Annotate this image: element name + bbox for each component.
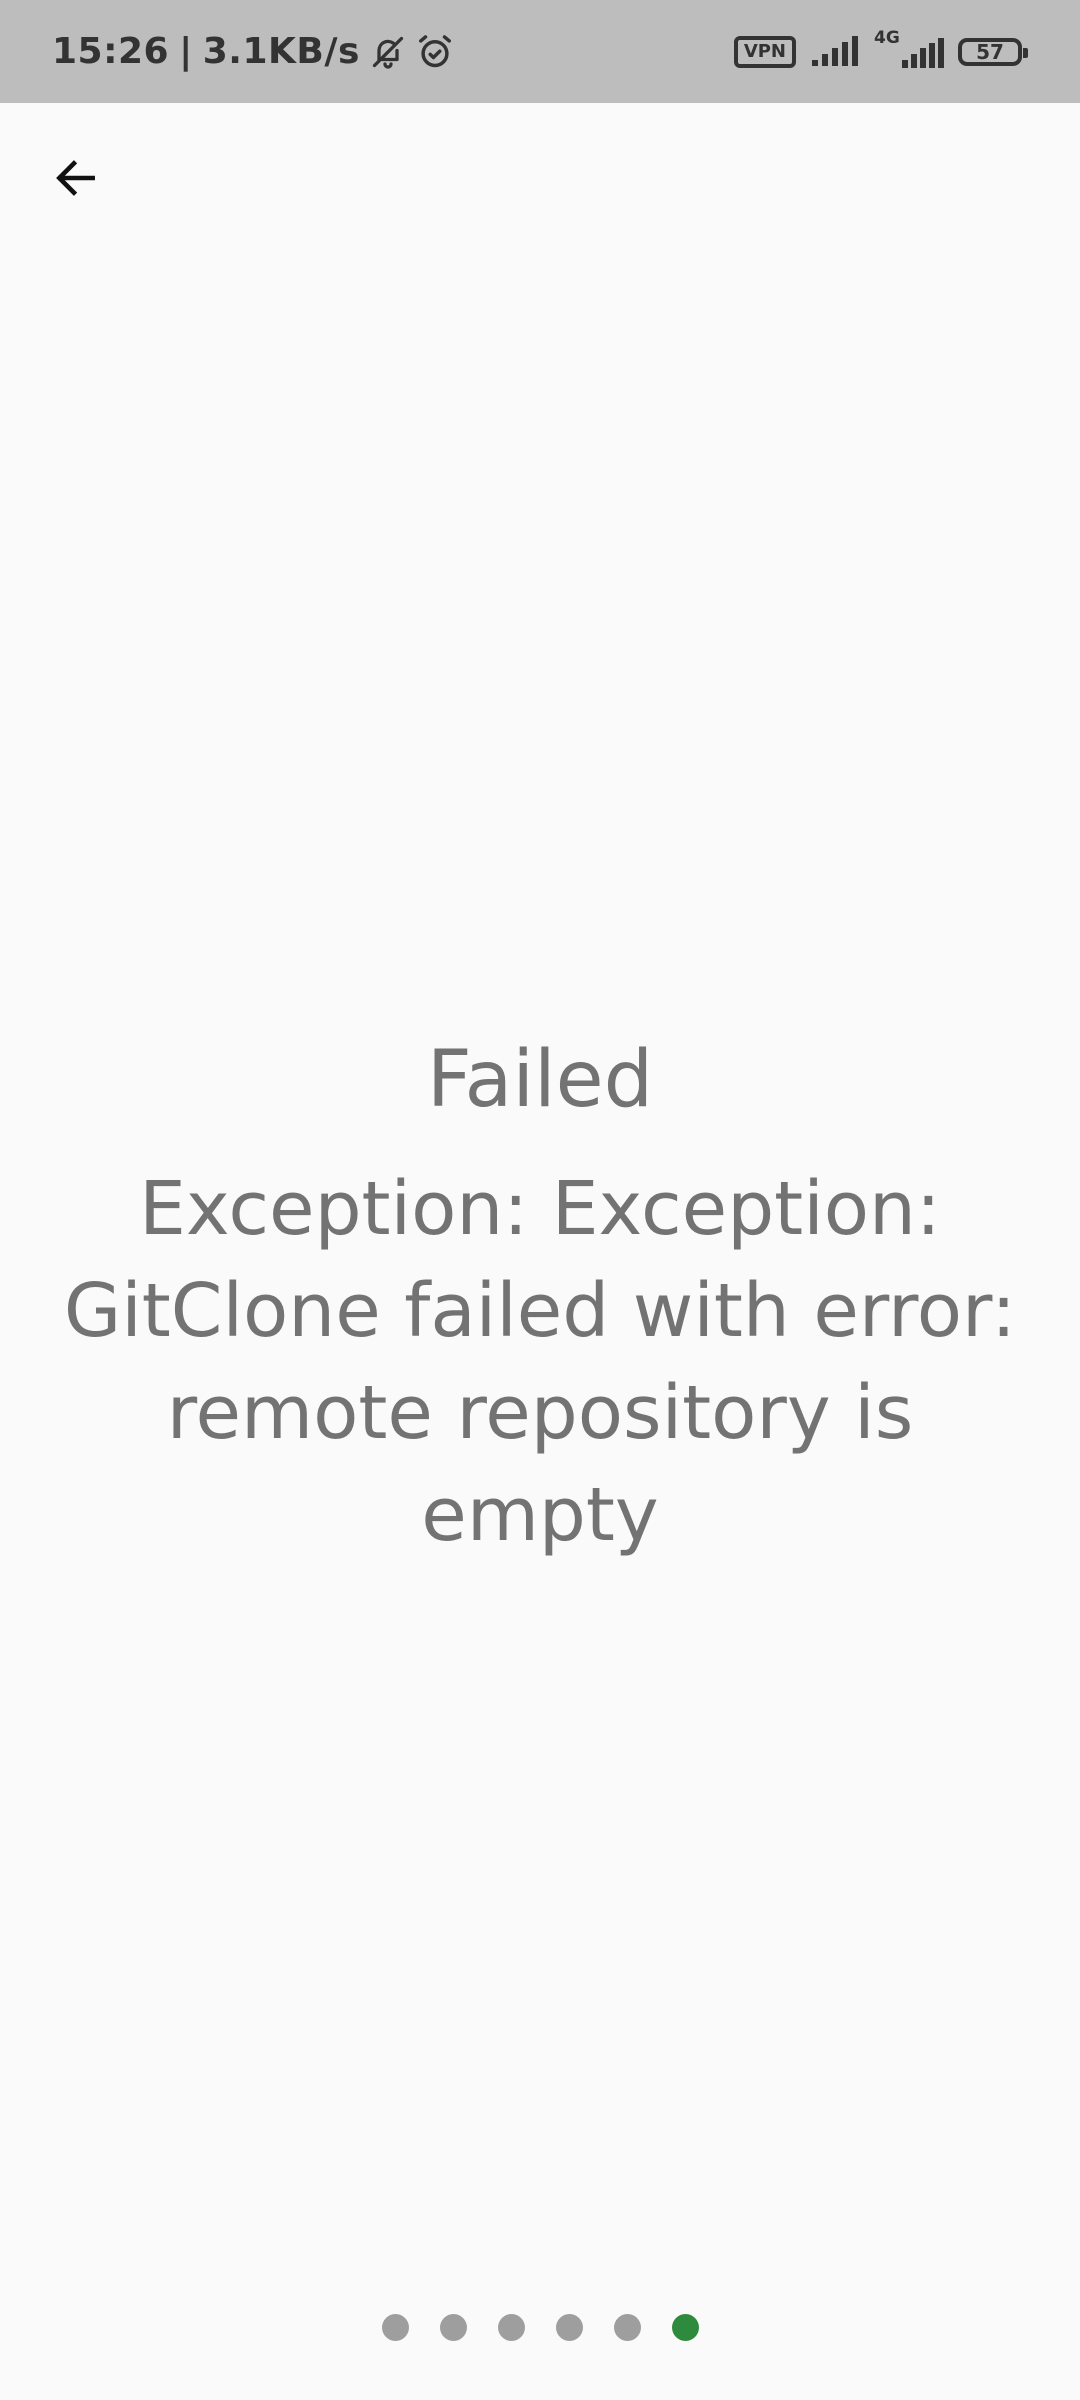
battery-level: 57 — [976, 39, 1004, 64]
arrow-left-icon — [51, 153, 101, 207]
status-title: Failed — [426, 1035, 654, 1125]
status-bar-left: 15:26 | 3.1KB/s — [52, 0, 454, 103]
clock: 15:26 — [52, 31, 170, 72]
page-dot-5[interactable] — [613, 2314, 641, 2341]
alarm-icon — [416, 33, 454, 71]
status-bar-right: VPN 4G 57 — [733, 0, 1028, 103]
network-type-label: 4G — [874, 27, 900, 48]
page-dot-4[interactable] — [555, 2314, 583, 2341]
status-bar: 15:26 | 3.1KB/s VPN 4G 57 — [0, 0, 1080, 103]
signal-4g-icon: 4G — [874, 28, 944, 72]
page-dot-3[interactable] — [497, 2314, 525, 2341]
back-button[interactable] — [36, 140, 116, 220]
signal-icon — [810, 34, 860, 70]
bell-muted-icon — [370, 34, 406, 70]
page-indicator — [0, 2314, 1080, 2341]
result-panel: Failed Exception: Exception: GitClone fa… — [60, 1020, 1020, 1566]
battery-icon: 57 — [958, 37, 1028, 66]
page-dot-1[interactable] — [381, 2314, 409, 2341]
page-dot-2[interactable] — [439, 2314, 467, 2341]
vpn-icon: VPN — [733, 35, 796, 68]
page-dot-6[interactable] — [671, 2314, 699, 2341]
error-message: Exception: Exception: GitClone failed wi… — [63, 1166, 1017, 1558]
status-separator: | — [179, 31, 193, 72]
network-speed: 3.1KB/s — [202, 31, 360, 72]
